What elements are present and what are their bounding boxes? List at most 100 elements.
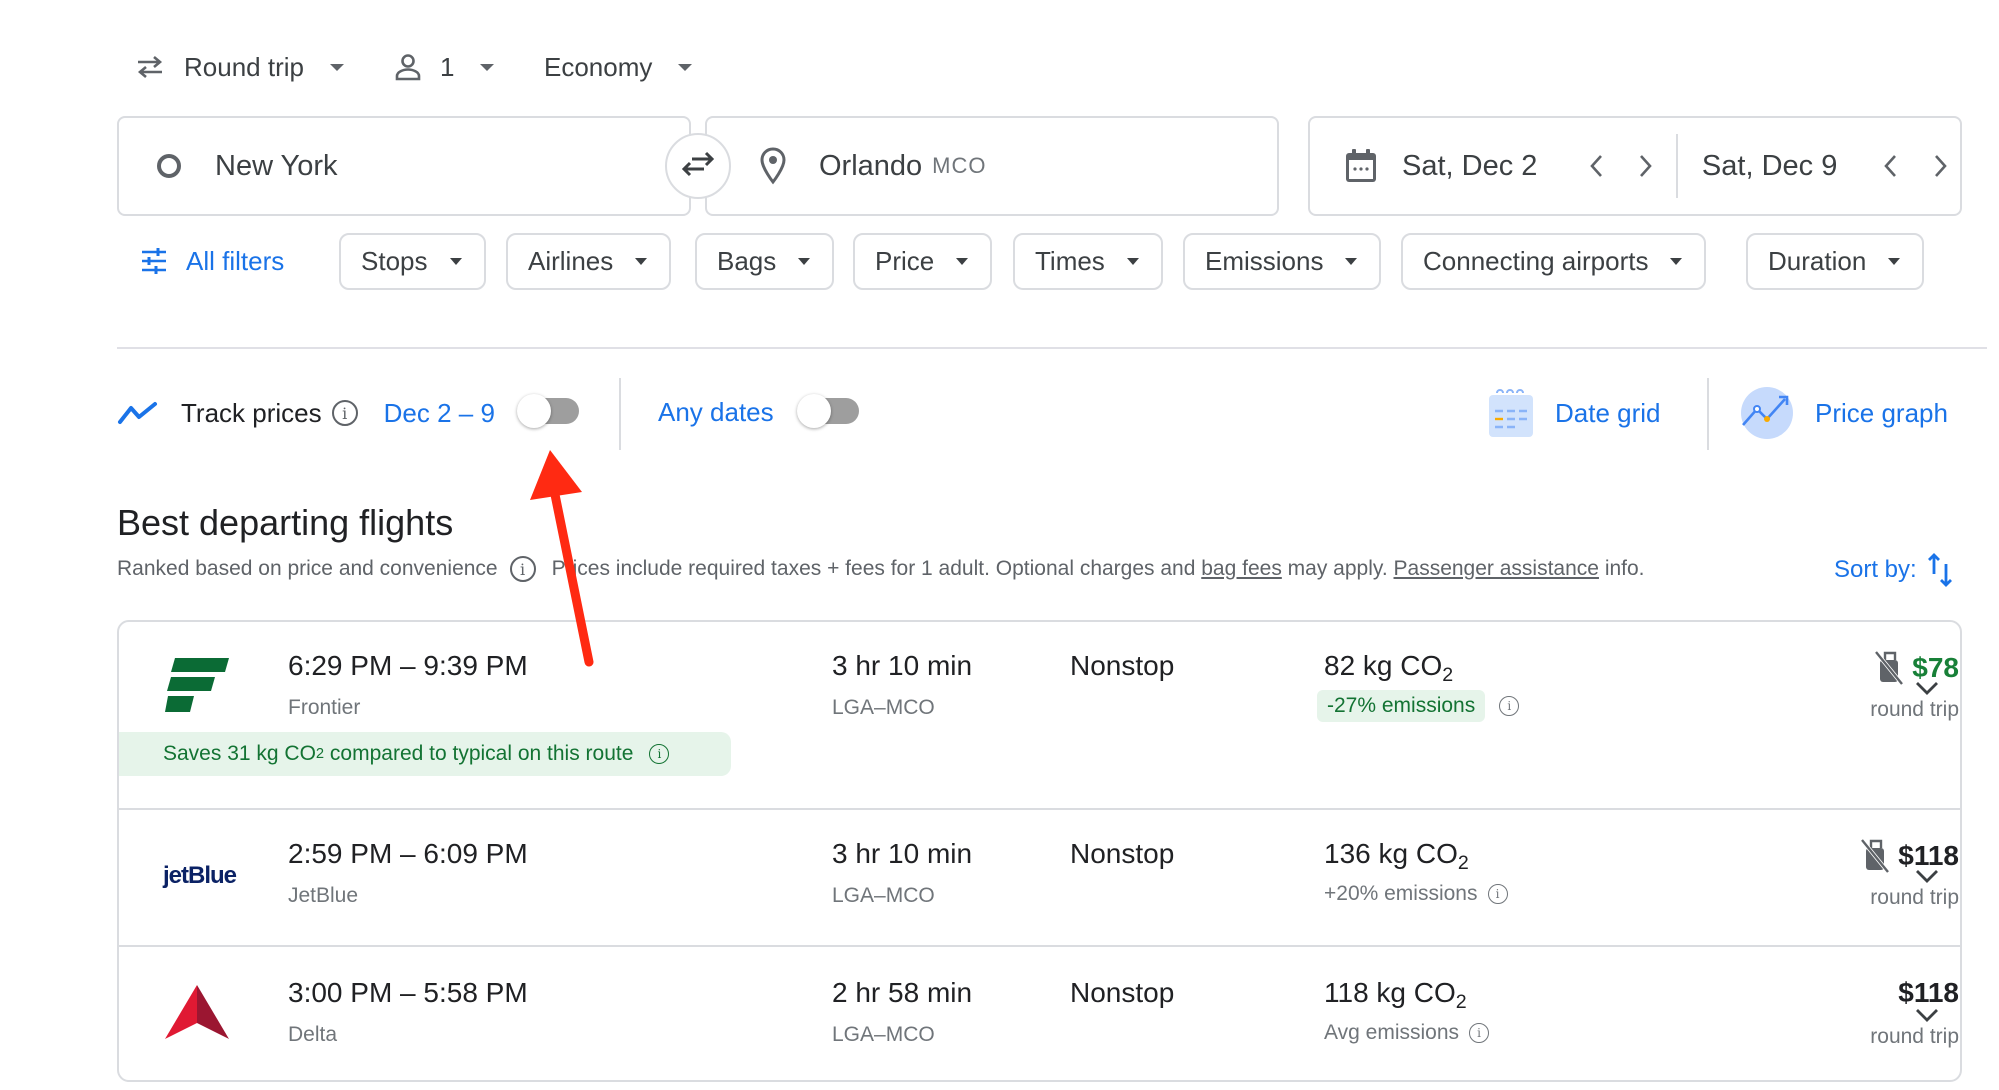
trip-type-select[interactable]: Round trip: [134, 48, 344, 86]
delta-logo: [165, 985, 229, 1044]
flight-row-delta[interactable]: 3:00 PM – 5:58 PM Delta 2 hr 58 min LGA–…: [119, 947, 1960, 1080]
expand-flight-button[interactable]: [1905, 993, 1949, 1037]
co2-savings-banner: Saves 31 kg CO 2 compared to typical on t…: [119, 732, 731, 776]
chevron-down-icon: [1345, 258, 1358, 265]
info-icon[interactable]: i: [649, 744, 670, 764]
airline-name: JetBlue: [288, 884, 359, 907]
emissions-note: +20% emissions i: [1324, 882, 1508, 906]
filter-chip-times[interactable]: Times: [1013, 233, 1163, 290]
trip-type-label: Round trip: [184, 51, 304, 82]
chip-label: Times: [1035, 246, 1105, 276]
no-carry-on-bag-icon: [1874, 650, 1904, 686]
chevron-down-icon: [798, 258, 811, 265]
track-prices-toggle[interactable]: [517, 394, 579, 428]
emissions-note: Avg emissions i: [1324, 1021, 1490, 1045]
origin-input[interactable]: New York: [117, 116, 691, 216]
chevron-down-icon: [1670, 258, 1683, 265]
info-icon[interactable]: i: [1469, 1023, 1490, 1043]
origin-circle-icon: [157, 154, 181, 178]
return-prev-day-button[interactable]: [1872, 146, 1909, 186]
flight-times: 6:29 PM – 9:39 PM: [288, 650, 528, 681]
chip-label: Duration: [1768, 246, 1867, 276]
flight-stops: Nonstop: [1070, 838, 1175, 869]
price-graph-button[interactable]: Price graph: [1739, 384, 1948, 442]
track-prices-label: Track prices: [181, 397, 322, 428]
chip-label: Connecting airports: [1423, 246, 1649, 276]
vertical-divider: [1707, 378, 1709, 450]
chevron-down-icon: [480, 63, 495, 71]
origin-value: New York: [215, 149, 338, 182]
flight-times: 2:59 PM – 6:09 PM: [288, 838, 528, 869]
info-icon[interactable]: i: [1487, 884, 1508, 904]
jetblue-logo: jetBlue: [163, 862, 237, 889]
expand-flight-button[interactable]: [1905, 666, 1949, 710]
flight-stops: Nonstop: [1070, 650, 1175, 681]
sort-by-label: Sort by:: [1834, 556, 1917, 583]
price-graph-label: Price graph: [1815, 397, 1948, 428]
info-icon[interactable]: i: [509, 556, 536, 582]
info-icon[interactable]: i: [331, 400, 358, 426]
filter-chip-bags[interactable]: Bags: [695, 233, 835, 290]
filter-chip-duration[interactable]: Duration: [1746, 233, 1925, 290]
filter-chip-stops[interactable]: Stops: [339, 233, 486, 290]
info-icon[interactable]: i: [1499, 696, 1520, 716]
filter-chip-airlines[interactable]: Airlines: [506, 233, 672, 290]
prices-note: Prices include required taxes + fees for…: [551, 557, 1196, 580]
all-filters-button[interactable]: All filters: [140, 236, 284, 286]
flight-duration: 3 hr 10 min: [832, 650, 973, 681]
trend-line-icon: [117, 400, 159, 426]
flight-route: LGA–MCO: [832, 696, 935, 719]
emissions-percent: +20% emissions: [1324, 882, 1478, 905]
flight-row-frontier[interactable]: 6:29 PM – 9:39 PM Frontier 3 hr 10 min L…: [119, 622, 1960, 810]
emissions-percent: Avg emissions: [1324, 1021, 1460, 1044]
cabin-class-select[interactable]: Economy: [544, 48, 693, 86]
co2-emissions: 136 kg CO2: [1324, 838, 1469, 874]
flight-route: LGA–MCO: [832, 884, 935, 907]
passenger-assistance-link[interactable]: Passenger assistance: [1394, 557, 1599, 581]
toggle-knob: [517, 394, 551, 428]
person-icon: [394, 53, 422, 81]
frontier-logo: [165, 658, 229, 717]
depart-prev-day-button[interactable]: [1578, 146, 1615, 186]
flight-route: LGA–MCO: [832, 1023, 935, 1046]
savings-text: Saves 31 kg CO: [163, 742, 316, 765]
date-grid-button[interactable]: Date grid: [1487, 385, 1661, 441]
expand-flight-button[interactable]: [1905, 854, 1949, 898]
destination-airport-code: MCO: [932, 153, 987, 178]
depart-date[interactable]: Sat, Dec 2: [1402, 150, 1560, 183]
swap-locations-button[interactable]: [665, 133, 731, 199]
any-dates-label: Any dates: [658, 397, 774, 427]
filter-chip-price[interactable]: Price: [853, 233, 993, 290]
passengers-select[interactable]: 1: [394, 48, 495, 86]
flight-times: 3:00 PM – 5:58 PM: [288, 977, 528, 1008]
sort-arrows-icon: [1927, 552, 1953, 588]
co2-emissions: 82 kg CO2: [1324, 650, 1454, 686]
bag-fees-link[interactable]: bag fees: [1201, 557, 1282, 581]
depart-next-day-button[interactable]: [1627, 146, 1664, 186]
filter-chip-emissions[interactable]: Emissions: [1183, 233, 1382, 290]
airline-name: Delta: [288, 1023, 338, 1046]
location-pin-icon: [759, 146, 787, 186]
chip-label: Bags: [717, 246, 777, 276]
date-grid-label: Date grid: [1555, 397, 1661, 428]
track-prices-group: Track prices i Dec 2 – 9: [117, 393, 495, 433]
swap-arrows-icon: [134, 54, 166, 80]
prices-note-2: may apply.: [1287, 557, 1388, 580]
emissions-percent: -27% emissions: [1317, 690, 1486, 722]
destination-input[interactable]: Orlando MCO: [705, 116, 1279, 216]
any-dates-toggle[interactable]: [797, 394, 859, 428]
vertical-divider: [619, 378, 621, 450]
sort-by-button[interactable]: Sort by:: [1834, 550, 1953, 590]
date-range-field[interactable]: Sat, Dec 2 Sat, Dec 9: [1308, 116, 1962, 216]
return-date[interactable]: Sat, Dec 9: [1702, 150, 1860, 183]
section-divider: [117, 347, 1987, 349]
filter-chip-connecting-airports[interactable]: Connecting airports: [1401, 233, 1707, 290]
flight-row-jetblue[interactable]: jetBlue 2:59 PM – 6:09 PM JetBlue 3 hr 1…: [119, 810, 1960, 947]
chip-label: Stops: [361, 246, 428, 276]
return-next-day-button[interactable]: [1923, 146, 1960, 186]
passenger-count: 1: [440, 51, 455, 82]
chevron-down-icon: [329, 63, 344, 71]
chevron-down-icon: [1126, 258, 1139, 265]
chevron-down-icon: [449, 258, 462, 265]
prices-note-3: info.: [1604, 557, 1645, 580]
